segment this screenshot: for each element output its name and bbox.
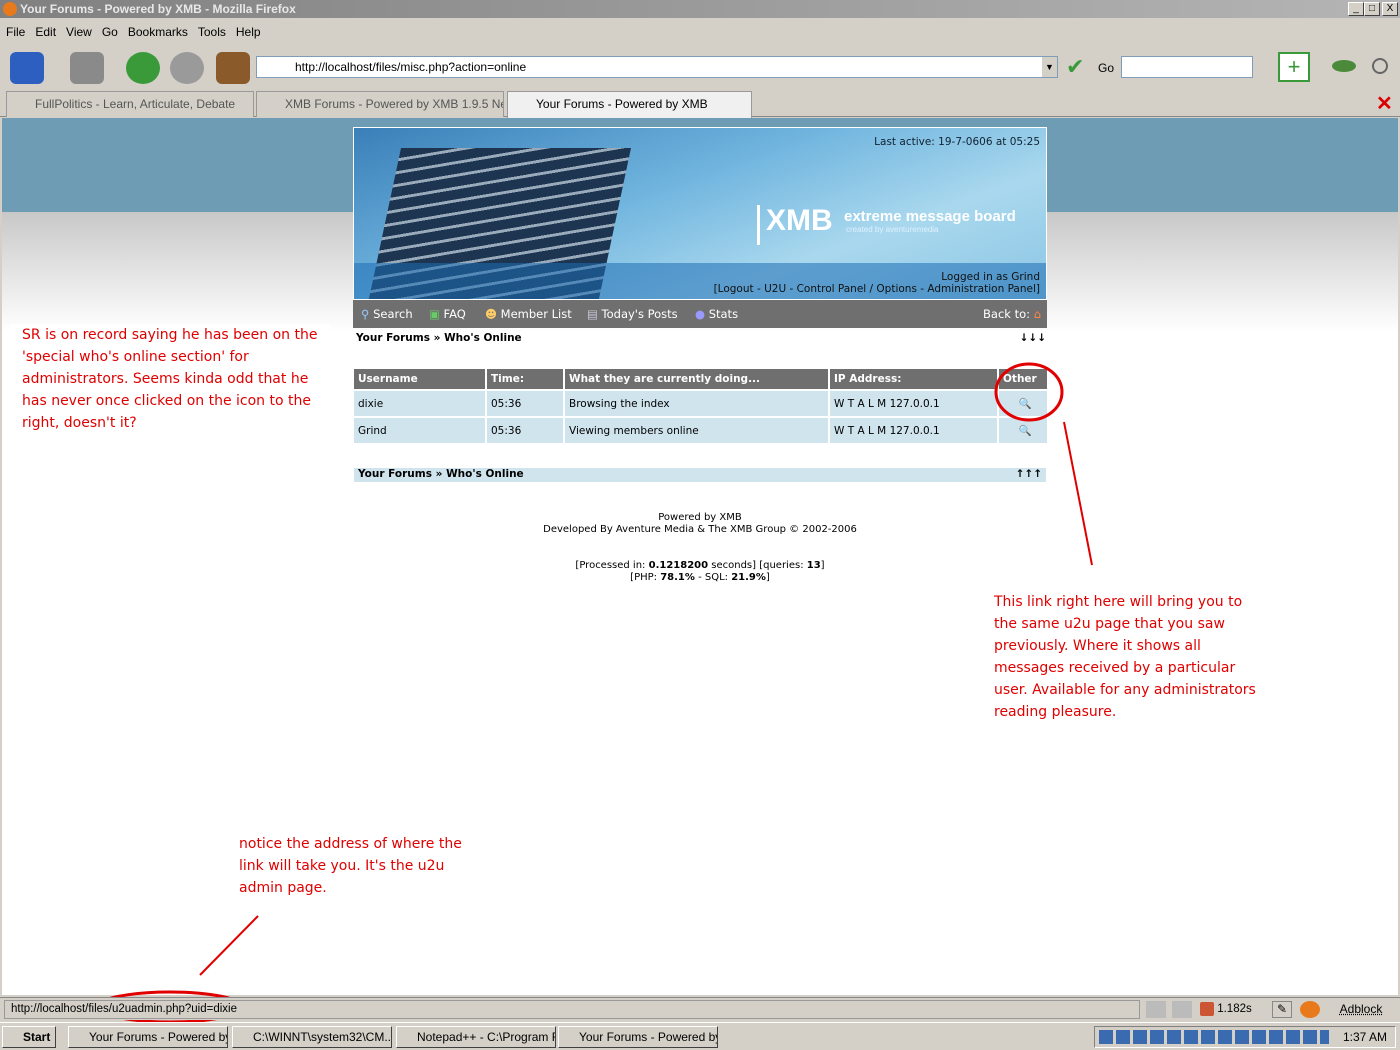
system-tray: 1:37 AM [1094, 1026, 1396, 1048]
task-cmd[interactable]: C:\WINNT\system32\CM... [232, 1026, 392, 1048]
adblock-button[interactable]: Adblock [1328, 1001, 1394, 1018]
taskbar: Start Your Forums - Powered by ... C:\WI… [0, 1022, 1400, 1050]
status-bar: http://localhost/files/u2uadmin.php?uid=… [0, 997, 1400, 1020]
start-button[interactable]: Start [2, 1026, 56, 1048]
security-icon [1172, 1001, 1192, 1018]
edit-icon[interactable]: ✎ [1272, 1001, 1292, 1018]
task-firefox[interactable]: Your Forums - Powered by ... [68, 1026, 228, 1048]
circle-other-icon [994, 362, 1064, 422]
tray-icons[interactable] [1099, 1030, 1329, 1044]
task-notepad[interactable]: Notepad++ - C:\Program Fi... [396, 1026, 556, 1048]
annotation-marks [95, 362, 1093, 1024]
status-text: http://localhost/files/u2uadmin.php?uid=… [4, 1000, 1140, 1019]
firefox-status-icon[interactable] [1300, 1001, 1320, 1018]
clock: 1:37 AM [1342, 1030, 1387, 1044]
arrow-line-bottom [199, 915, 259, 976]
arrow-line-right [1063, 421, 1093, 566]
timer-icon [1200, 1001, 1214, 1016]
page-load-timer: 1.182s [1200, 1001, 1270, 1018]
task-ie[interactable]: Your Forums - Powered by ... [558, 1026, 718, 1048]
lock-icon [1146, 1001, 1166, 1018]
